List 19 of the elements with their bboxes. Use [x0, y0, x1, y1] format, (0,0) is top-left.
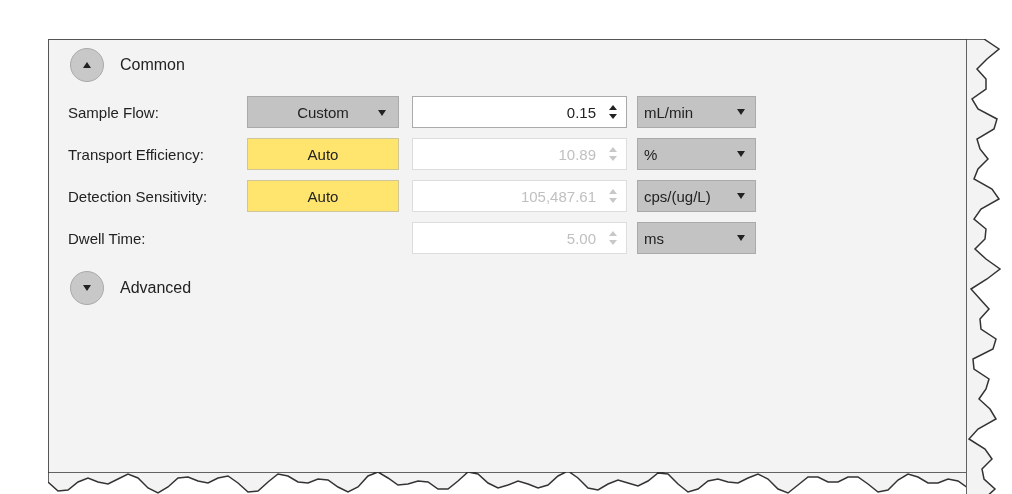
section-title: Common — [120, 56, 185, 74]
field-label: Transport Efficiency: — [68, 145, 205, 163]
field-label: Dwell Time: — [68, 229, 147, 247]
number-field[interactable]: 0.15 — [412, 96, 627, 128]
triangle-down-icon — [83, 285, 91, 291]
section-title: Advanced — [120, 279, 192, 297]
triangle-up-icon — [83, 62, 91, 68]
caret-icon — [737, 235, 745, 241]
collapse-button[interactable] — [70, 48, 104, 82]
caret-icon — [737, 109, 745, 115]
caret-icon — [378, 110, 386, 116]
field-label: Sample Flow: — [68, 103, 160, 121]
caret-icon — [737, 193, 745, 199]
unit-dropdown[interactable]: mL/min — [637, 96, 756, 128]
expand-button[interactable] — [70, 271, 104, 305]
mode-dropdown[interactable]: Custom — [247, 96, 399, 128]
spinner-icon[interactable] — [608, 104, 618, 120]
caret-icon — [737, 151, 745, 157]
field-label: Detection Sensitivity: — [68, 187, 209, 205]
